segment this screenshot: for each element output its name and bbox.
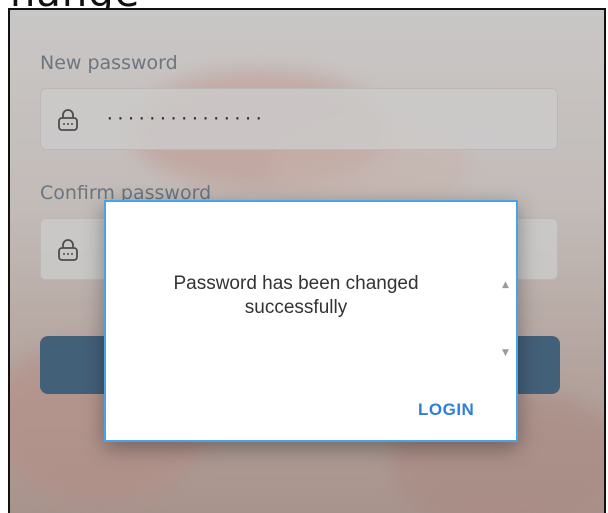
success-dialog: Password has been changed successfully ▲… xyxy=(104,200,518,442)
scroll-up-arrow-icon[interactable]: ▲ xyxy=(502,280,509,290)
login-button[interactable]: LOGIN xyxy=(418,400,474,420)
reset-password-screen: New password ··············· Confirm pas… xyxy=(8,8,606,513)
dialog-message-line1: Password has been changed xyxy=(173,273,419,294)
dialog-message: Password has been changed successfully xyxy=(126,272,466,320)
dialog-message-line2: successfully xyxy=(244,297,348,318)
scroll-down-arrow-icon[interactable]: ▼ xyxy=(502,348,509,358)
